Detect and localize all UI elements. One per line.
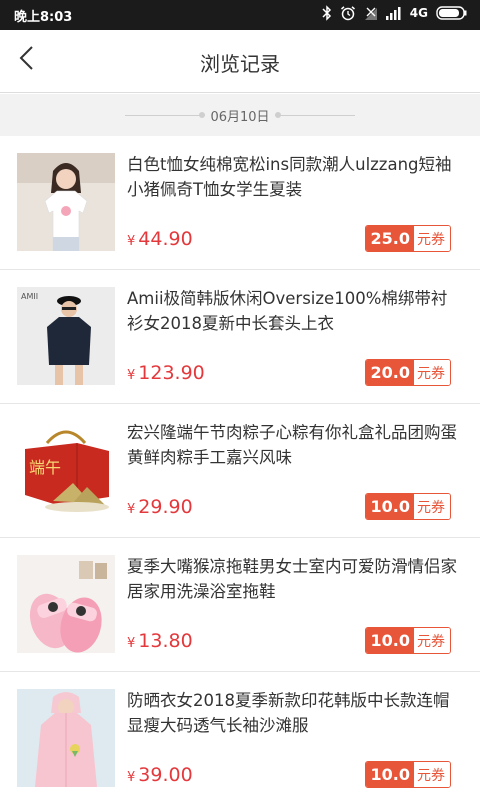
battery-icon	[436, 6, 468, 20]
signal-off-icon	[364, 5, 378, 21]
bluetooth-icon	[322, 5, 332, 21]
price-value: 44.90	[138, 228, 193, 250]
product-image[interactable]: 端午	[17, 421, 115, 519]
currency-symbol: ¥	[127, 368, 136, 383]
coupon-amount: 20.0	[365, 360, 414, 385]
product-title: 夏季大嘴猴凉拖鞋男女士室内可爱防滑情侣家居家用洗澡浴室拖鞋	[127, 557, 457, 601]
coupon-amount: 25.0	[365, 226, 414, 251]
product-image[interactable]	[17, 689, 115, 787]
product-title: 防晒衣女2018夏季新款印花韩版中长款连帽显瘦大码透气长袖沙滩服	[127, 691, 450, 735]
divider-line	[275, 115, 355, 116]
coupon-label: 元券	[414, 494, 450, 519]
product-item[interactable]: 夏季大嘴猴凉拖鞋男女士室内可爱防滑情侣家居家用洗澡浴室拖鞋 ¥ 13.80 10…	[0, 538, 480, 672]
price-value: 29.90	[138, 496, 193, 518]
date-divider: 06月10日	[0, 94, 480, 136]
status-time: 晚上8:03	[14, 10, 73, 25]
product-price: ¥ 29.90	[127, 496, 193, 518]
product-price: ¥ 13.80	[127, 630, 193, 652]
product-item[interactable]: 端午 宏兴隆端午节肉粽子心粽有你礼盒礼品团购蛋黄鲜肉粽手工嘉兴风味 ¥ 29.9…	[0, 404, 480, 538]
product-image[interactable]	[17, 153, 115, 251]
currency-symbol: ¥	[127, 502, 136, 517]
coupon-amount: 10.0	[365, 628, 414, 653]
product-title: Amii极简韩版休闲Oversize100%棉绑带衬衫女2018夏新中长套头上衣	[127, 289, 448, 333]
product-image[interactable]	[17, 555, 115, 653]
coupon-badge[interactable]: 20.0 元券	[364, 359, 451, 386]
coupon-amount: 10.0	[365, 762, 414, 787]
coupon-label: 元券	[414, 360, 450, 385]
currency-symbol: ¥	[127, 234, 136, 249]
product-price: ¥ 123.90	[127, 362, 205, 384]
header: 浏览记录	[0, 30, 480, 93]
product-title: 白色t恤女纯棉宽松ins同款潮人ulzzang短袖小猪佩奇T恤女学生夏装	[127, 155, 452, 199]
product-title: 宏兴隆端午节肉粽子心粽有你礼盒礼品团购蛋黄鲜肉粽手工嘉兴风味	[127, 423, 457, 467]
coupon-badge[interactable]: 25.0 元券	[364, 225, 451, 252]
product-price: ¥ 39.00	[127, 764, 193, 786]
product-list: 白色t恤女纯棉宽松ins同款潮人ulzzang短袖小猪佩奇T恤女学生夏装 ¥ 4…	[0, 136, 480, 800]
date-label: 06月10日	[210, 110, 270, 125]
status-icons: 4G	[322, 5, 468, 21]
coupon-label: 元券	[414, 628, 450, 653]
coupon-label: 元券	[414, 762, 450, 787]
product-item[interactable]: 防晒衣女2018夏季新款印花韩版中长款连帽显瘦大码透气长袖沙滩服 ¥ 39.00…	[0, 672, 480, 800]
status-bar: 晚上8:03 4G	[0, 0, 480, 30]
coupon-label: 元券	[414, 226, 450, 251]
currency-symbol: ¥	[127, 636, 136, 651]
alarm-icon	[340, 5, 356, 21]
coupon-badge[interactable]: 10.0 元券	[364, 627, 451, 654]
price-value: 13.80	[138, 630, 193, 652]
network-type: 4G	[409, 6, 428, 20]
product-item[interactable]: 白色t恤女纯棉宽松ins同款潮人ulzzang短袖小猪佩奇T恤女学生夏装 ¥ 4…	[0, 136, 480, 270]
product-image[interactable]: AMII	[17, 287, 115, 385]
product-item[interactable]: AMII Amii极简韩版休闲Oversize100%棉绑带衬衫女2018夏新中…	[0, 270, 480, 404]
coupon-badge[interactable]: 10.0 元券	[364, 493, 451, 520]
currency-symbol: ¥	[127, 770, 136, 785]
coupon-badge[interactable]: 10.0 元券	[364, 761, 451, 788]
page-title: 浏览记录	[200, 52, 280, 76]
price-value: 39.00	[138, 764, 193, 786]
box-label-text: 端午	[29, 458, 61, 477]
price-value: 123.90	[138, 362, 205, 384]
product-price: ¥ 44.90	[127, 228, 193, 250]
brand-logo-text: AMII	[21, 292, 38, 301]
coupon-amount: 10.0	[365, 494, 414, 519]
signal-icon	[385, 6, 402, 20]
